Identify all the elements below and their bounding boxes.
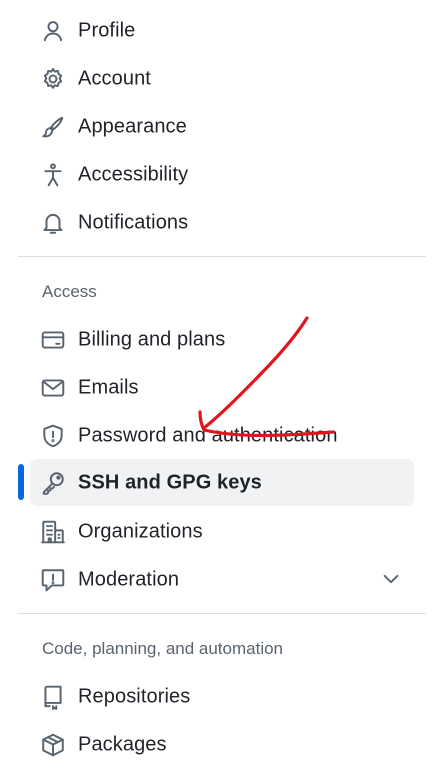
report-icon — [40, 567, 66, 593]
key-icon — [40, 470, 66, 496]
sidebar-item-ssh-gpg-keys[interactable]: SSH and GPG keys — [30, 459, 414, 506]
sidebar-item-label: Profile — [78, 19, 136, 41]
sidebar-item-label: Emails — [78, 376, 139, 398]
package-icon — [40, 732, 66, 758]
sidebar-item-notifications[interactable]: Notifications — [30, 199, 414, 246]
sidebar-item-label: Billing and plans — [78, 328, 226, 350]
section-heading-access: Access — [42, 282, 97, 301]
sidebar-item-billing[interactable]: Billing and plans — [30, 316, 414, 363]
organization-icon — [40, 519, 66, 545]
sidebar-item-emails[interactable]: Emails — [30, 364, 414, 411]
sidebar-item-label: Organizations — [78, 520, 203, 542]
sidebar-item-account[interactable]: Account — [30, 55, 414, 102]
bell-icon — [40, 210, 66, 236]
section-divider — [18, 256, 426, 257]
sidebar-item-profile[interactable]: Profile — [30, 7, 414, 54]
sidebar-item-repositories[interactable]: Repositories — [30, 673, 414, 720]
active-indicator — [18, 464, 24, 500]
sidebar-item-label: Account — [78, 67, 151, 89]
gear-icon — [40, 66, 66, 92]
sidebar-item-appearance[interactable]: Appearance — [30, 103, 414, 150]
sidebar-item-label: Packages — [78, 733, 167, 755]
sidebar-item-password-authentication[interactable]: Password and authentication — [30, 412, 414, 459]
mail-icon — [40, 375, 66, 401]
settings-sidebar: Profile Account Appearance Accessibility… — [0, 0, 445, 757]
accessibility-icon — [40, 162, 66, 188]
section-divider — [18, 613, 426, 614]
sidebar-item-accessibility[interactable]: Accessibility — [30, 151, 414, 198]
sidebar-item-label: Moderation — [78, 568, 180, 590]
sidebar-item-moderation[interactable]: Moderation — [30, 556, 414, 603]
sidebar-item-packages[interactable]: Packages — [30, 721, 414, 768]
repo-icon — [40, 684, 66, 710]
sidebar-item-label: Password and authentication — [78, 424, 338, 446]
sidebar-item-organizations[interactable]: Organizations — [30, 508, 414, 555]
chevron-down-icon[interactable] — [380, 568, 402, 590]
sidebar-item-label: SSH and GPG keys — [78, 471, 262, 493]
sidebar-item-label: Notifications — [78, 211, 189, 233]
sidebar-item-label: Repositories — [78, 685, 191, 707]
sidebar-item-label: Appearance — [78, 115, 187, 137]
credit-card-icon — [40, 327, 66, 353]
person-icon — [40, 18, 66, 44]
paintbrush-icon — [40, 114, 66, 140]
sidebar-item-label: Accessibility — [78, 163, 189, 185]
shield-icon — [40, 423, 66, 449]
section-heading-code: Code, planning, and automation — [42, 639, 284, 658]
